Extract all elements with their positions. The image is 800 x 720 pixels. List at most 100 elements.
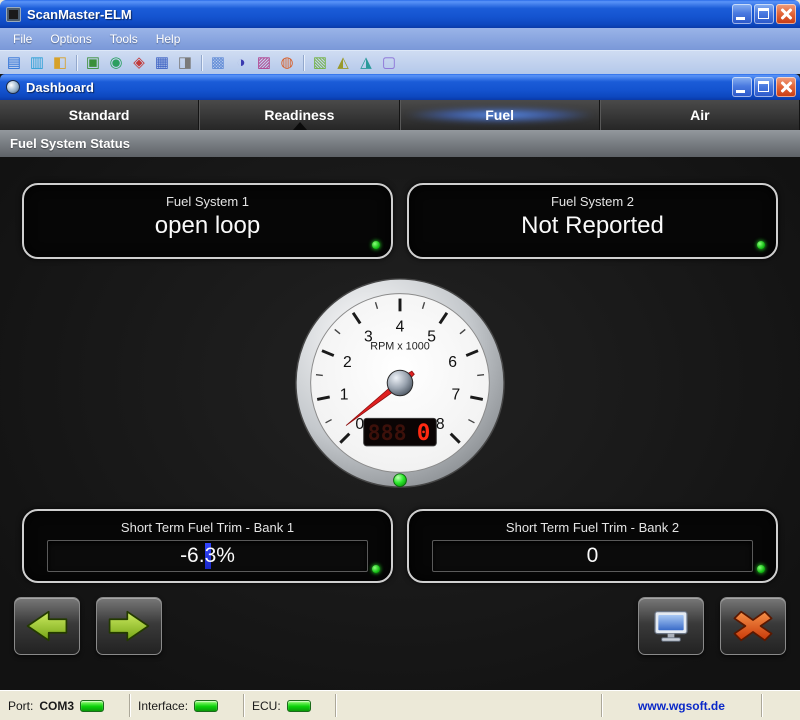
status-interface: Interface: — [130, 694, 244, 717]
interface-led — [194, 700, 218, 712]
app-icon — [6, 7, 21, 22]
status-pad — [762, 694, 800, 717]
dashboard-close-button[interactable] — [776, 77, 796, 97]
stft-bank2-label: Short Term Fuel Trim - Bank 2 — [409, 520, 776, 535]
toolbar-icon-11[interactable]: ▨ — [254, 53, 274, 73]
toolbar-icon-10[interactable]: ◑ — [231, 53, 251, 73]
dashboard-window-controls — [732, 77, 796, 97]
toolbar-icon-1[interactable]: ▤ — [4, 53, 24, 73]
toolbar-icon-5[interactable]: ◉ — [106, 53, 126, 73]
toolbar-icon-8[interactable]: ◨ — [175, 53, 195, 73]
green-led — [372, 565, 380, 573]
status-port: Port: COM3 — [0, 694, 130, 717]
stft-bank1-panel: Short Term Fuel Trim - Bank 1 -6.3% — [22, 509, 393, 583]
tab-air[interactable]: Air — [600, 100, 800, 130]
gauge-digital-display: 888 0 — [364, 418, 437, 446]
menu-help[interactable]: Help — [147, 30, 190, 48]
fuel-system-2-panel: Fuel System 2 Not Reported — [407, 183, 778, 259]
close-x-icon — [726, 607, 780, 645]
tab-bar: Standard Readiness Fuel Air — [0, 100, 800, 130]
toolbar-icon-13[interactable]: ▧ — [310, 53, 330, 73]
gauge-unit-label: RPM x 1000 — [370, 341, 429, 353]
app-title: ScanMaster-ELM — [27, 7, 132, 22]
dashboard-title: Dashboard — [26, 80, 94, 95]
dashboard-window: Dashboard Standard Readiness Fuel Air Fu… — [0, 74, 800, 690]
toolbar-icon-14[interactable]: ◭ — [333, 53, 353, 73]
dashboard-icon — [6, 80, 20, 94]
toolbar-icon-15[interactable]: ◮ — [356, 53, 376, 73]
fuel-system-1-value: open loop — [24, 212, 391, 240]
toolbar-icon-9[interactable]: ▩ — [208, 53, 228, 73]
stft-bank2-display: 0 — [432, 540, 753, 572]
toolbar-icon-12[interactable]: ◍ — [277, 53, 297, 73]
rpm-gauge-svg: 012345678 RPM x 1000 888 0 — [292, 275, 508, 491]
rpm-gauge: 012345678 RPM x 1000 888 0 — [292, 275, 508, 491]
stft-bank1-label: Short Term Fuel Trim - Bank 1 — [24, 520, 391, 535]
tab-pointer-icon — [293, 122, 307, 130]
menu-options[interactable]: Options — [41, 30, 100, 48]
button-row — [0, 583, 800, 655]
ecu-led — [287, 700, 311, 712]
svg-text:0: 0 — [355, 416, 364, 433]
toolbar-icon-7[interactable]: ▦ — [152, 53, 172, 73]
menu-bar: File Options Tools Help — [0, 28, 800, 50]
green-led — [372, 241, 380, 249]
back-button[interactable] — [14, 597, 80, 655]
toolbar-separator — [201, 55, 202, 71]
menu-tools[interactable]: Tools — [101, 30, 147, 48]
close-button[interactable] — [776, 4, 796, 24]
status-spacer — [336, 694, 602, 717]
status-bar: Port: COM3 Interface: ECU: www.wgsoft.de — [0, 690, 800, 720]
tab-fuel[interactable]: Fuel — [400, 100, 600, 130]
forward-button[interactable] — [96, 597, 162, 655]
status-ecu: ECU: — [244, 694, 336, 717]
svg-text:4: 4 — [396, 319, 405, 336]
gauge-digital-value: 0 — [417, 420, 431, 446]
dashboard-titlebar[interactable]: Dashboard — [0, 74, 800, 100]
dashboard-content: Fuel System 1 open loop Fuel System 2 No… — [0, 157, 800, 690]
website-link[interactable]: www.wgsoft.de — [638, 699, 725, 713]
fuel-system-2-value: Not Reported — [409, 212, 776, 240]
svg-text:1: 1 — [340, 387, 349, 404]
stft-bank1-value: -6.3% — [48, 541, 367, 571]
tab-air-label: Air — [690, 107, 709, 123]
svg-text:8: 8 — [436, 416, 445, 433]
tab-fuel-label: Fuel — [485, 107, 514, 123]
port-label: Port: — [8, 699, 33, 713]
fuel-system-1-panel: Fuel System 1 open loop — [22, 183, 393, 259]
app-titlebar[interactable]: ScanMaster-ELM — [0, 0, 800, 28]
stft-bank2-panel: Short Term Fuel Trim - Bank 2 0 — [407, 509, 778, 583]
exit-button[interactable] — [720, 597, 786, 655]
toolbar-icon-2[interactable]: ▥ — [27, 53, 47, 73]
monitor-button[interactable] — [638, 597, 704, 655]
stft-bank1-display: -6.3% — [47, 540, 368, 572]
port-led — [80, 700, 104, 712]
menu-file[interactable]: File — [4, 30, 41, 48]
fuel-system-1-label: Fuel System 1 — [24, 194, 391, 209]
green-led — [757, 565, 765, 573]
toolbar-icon-3[interactable]: ◧ — [50, 53, 70, 73]
minimize-button[interactable] — [732, 4, 752, 24]
toolbar-icon-6[interactable]: ◈ — [129, 53, 149, 73]
port-value: COM3 — [39, 699, 74, 713]
toolbar-separator — [76, 55, 77, 71]
svg-text:7: 7 — [451, 387, 460, 404]
maximize-button[interactable] — [754, 4, 774, 24]
dashboard-minimize-button[interactable] — [732, 77, 752, 97]
toolbar-icon-16[interactable]: ▢ — [379, 53, 399, 73]
tab-standard-label: Standard — [69, 107, 130, 123]
section-title: Fuel System Status — [0, 130, 800, 157]
interface-label: Interface: — [138, 699, 188, 713]
scanmaster-main-window: ScanMaster-ELM File Options Tools Help ▤… — [0, 0, 800, 720]
fuel-system-2-label: Fuel System 2 — [409, 194, 776, 209]
stft-bank2-value: 0 — [433, 541, 752, 571]
tab-standard[interactable]: Standard — [0, 100, 199, 130]
gauge-hub — [387, 370, 413, 396]
window-controls — [732, 4, 796, 24]
ecu-label: ECU: — [252, 699, 281, 713]
dashboard-restore-button[interactable] — [754, 77, 774, 97]
toolbar-icon-4[interactable]: ▣ — [83, 53, 103, 73]
gauge-green-led — [394, 474, 407, 487]
gauge-ghost-digits: 888 — [368, 421, 407, 446]
right-arrow-icon — [102, 607, 156, 645]
